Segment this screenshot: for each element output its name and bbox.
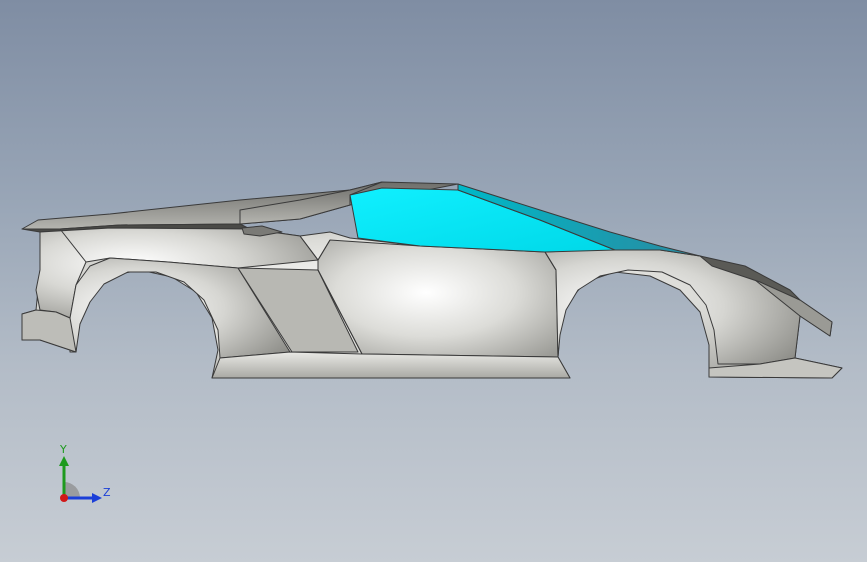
coordinate-triad: Y Z	[40, 438, 130, 518]
car-body-group	[21, 181, 843, 379]
z-axis-label: Z	[103, 486, 111, 499]
y-axis-arrow	[59, 456, 69, 466]
graphics-viewport[interactable]: Y Z	[0, 0, 867, 562]
x-axis-dot	[60, 494, 68, 502]
side-sill	[211, 351, 571, 379]
front-fender	[544, 248, 801, 365]
car-body-model[interactable]	[0, 0, 867, 562]
z-axis-arrow	[92, 493, 102, 503]
triad-graphic	[59, 456, 102, 503]
y-axis-label: Y	[60, 443, 67, 456]
